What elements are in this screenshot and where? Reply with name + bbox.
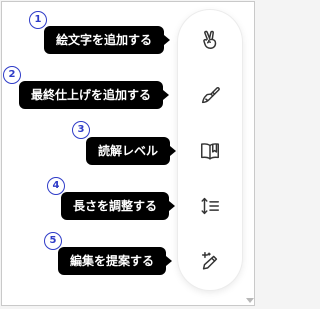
tooltip-add-polish: 最終仕上げを追加する: [19, 81, 170, 109]
tooltip-suggest-edits: 編集を提案する: [58, 247, 173, 275]
paintbrush-icon: [201, 87, 220, 104]
text-length-icon: [201, 197, 219, 215]
peace-hand-icon: [203, 30, 217, 49]
callout-number-3: 3: [72, 121, 90, 139]
add-polish-button[interactable]: [190, 75, 230, 115]
open-book-icon: [201, 143, 219, 160]
tooltip-add-emoji: 絵文字を追加する: [44, 26, 171, 54]
callout-number-1: 1: [29, 11, 47, 29]
callout-number-2: 2: [3, 66, 21, 84]
pencil-sparkle-icon: [201, 252, 218, 270]
tooltip-reading-level: 読解レベル: [86, 137, 177, 165]
add-emoji-button[interactable]: [190, 20, 230, 60]
suggest-edits-button[interactable]: [190, 241, 230, 281]
reading-level-button[interactable]: [190, 131, 230, 171]
scroll-down-arrow-icon[interactable]: [246, 298, 254, 303]
adjust-length-button[interactable]: [190, 186, 230, 226]
tooltip-adjust-length: 長さを調整する: [61, 192, 176, 220]
